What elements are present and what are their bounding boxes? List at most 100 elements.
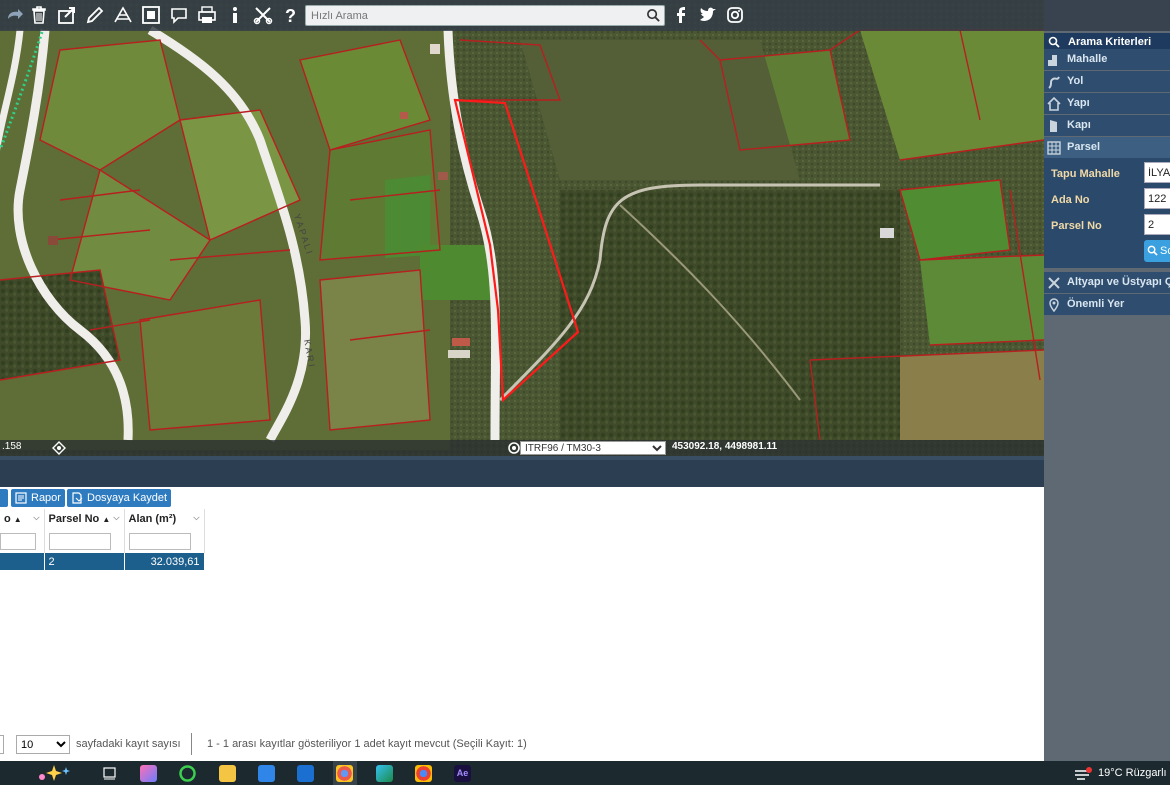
menu-label: Yapı xyxy=(1067,97,1090,109)
trash-icon[interactable] xyxy=(27,3,51,27)
tapu-mahalle-label: Tapu Mahalle xyxy=(1051,168,1120,180)
save-label: Dosyaya Kaydet xyxy=(87,492,168,504)
edge-icon[interactable] xyxy=(376,765,393,782)
building-icon xyxy=(1048,55,1057,66)
save-to-file-button[interactable]: Dosyaya Kaydet xyxy=(67,489,172,507)
road-icon xyxy=(1048,76,1060,89)
parsel-no-field[interactable] xyxy=(1144,214,1170,235)
home-icon xyxy=(1047,97,1061,111)
projection-select[interactable]: ITRF96 / TM30-3 xyxy=(520,441,666,455)
store-icon[interactable] xyxy=(258,765,275,782)
widgets-icon[interactable] xyxy=(34,763,78,783)
menu-kapi[interactable]: Kapı xyxy=(1044,115,1170,136)
menu-mahalle[interactable]: Mahalle xyxy=(1044,49,1170,70)
file-explorer-icon[interactable] xyxy=(219,765,236,782)
menu-label: Mahalle xyxy=(1067,53,1108,65)
page-size-select[interactable]: 10 xyxy=(16,735,70,754)
chrome-icon[interactable] xyxy=(415,765,432,782)
map-view[interactable]: Y A P A L I K A R I xyxy=(0,0,1044,456)
measure-icon[interactable] xyxy=(111,3,135,27)
copilot-icon[interactable] xyxy=(140,765,157,782)
share-icon[interactable] xyxy=(55,3,79,27)
menu-label: Parsel xyxy=(1067,141,1101,153)
filter-input-alan[interactable] xyxy=(128,532,191,550)
coordinate-readout: 453092.18, 4498981.11 xyxy=(672,441,778,452)
column-header[interactable]: o ▲ ⌵ xyxy=(0,509,45,529)
cell-alan: 32.039,61 xyxy=(124,553,205,570)
pagination-bar: 10 sayfadaki kayıt sayısı 1 - 1 arası ka… xyxy=(0,733,1044,755)
report-button[interactable]: Rapor xyxy=(11,489,65,507)
scale-readout: .158 xyxy=(2,441,22,452)
table-row[interactable]: 2 32.039,61 xyxy=(0,553,205,570)
results-table: o ▲ ⌵ Parsel No ▲ ⌵ Alan (m²) ⌵ 2 32.039,61 xyxy=(0,509,205,570)
twitter-icon[interactable] xyxy=(696,3,720,27)
active-task-highlight xyxy=(333,761,357,785)
search-input[interactable] xyxy=(306,6,636,25)
menu-yapi[interactable]: Yapı xyxy=(1044,93,1170,114)
prev-page-button[interactable] xyxy=(0,735,4,754)
after-effects-icon[interactable]: Ae xyxy=(454,765,471,782)
column-header-parsel-no[interactable]: Parsel No ▲ ⌵ xyxy=(44,509,125,529)
menu-label: Kapı xyxy=(1067,119,1091,131)
print-icon[interactable] xyxy=(195,3,219,27)
search-icon xyxy=(1147,245,1158,256)
instagram-icon[interactable] xyxy=(723,3,747,27)
query-button[interactable]: Sc xyxy=(1144,240,1170,262)
map-status-bar: .158 ITRF96 / TM30-3 453092.18, 4498981.… xyxy=(0,440,1044,456)
search-criteria-panel: Arama Kriterleri Mahalle Yol Yapı Kapı P… xyxy=(1044,31,1170,761)
search-icon xyxy=(1048,36,1060,48)
app-window: Y A P A L I K A R I ? Hızlı Arama Arama … xyxy=(0,0,1170,785)
filter-input-parsel-no[interactable] xyxy=(48,532,111,550)
prev-tab-button[interactable] xyxy=(0,489,8,507)
tools-icon xyxy=(1048,277,1060,289)
quick-search xyxy=(305,5,665,26)
filter-input[interactable] xyxy=(0,532,36,550)
location-pin-icon xyxy=(1049,298,1059,312)
ada-no-field[interactable] xyxy=(1144,188,1170,209)
satellite-imagery: Y A P A L I K A R I xyxy=(0,0,1044,456)
parsel-no-label: Parsel No xyxy=(1051,220,1102,232)
outlook-icon[interactable] xyxy=(297,765,314,782)
report-icon xyxy=(15,492,27,504)
tools-icon[interactable] xyxy=(251,3,275,27)
main-toolbar: ? xyxy=(0,0,1170,31)
redo-icon[interactable] xyxy=(2,3,26,27)
ada-no-label: Ada No xyxy=(1051,194,1090,206)
divider xyxy=(191,733,192,755)
pencil-icon[interactable] xyxy=(83,3,107,27)
menu-label: Önemli Yer xyxy=(1067,298,1125,310)
os-taskbar: Ae 19°C Rüzgarlı xyxy=(0,761,1170,785)
help-icon[interactable]: ? xyxy=(279,3,303,27)
results-header-bar xyxy=(0,456,1044,488)
target-icon[interactable] xyxy=(507,441,521,455)
fullscreen-icon[interactable] xyxy=(139,3,163,27)
search-icon[interactable] xyxy=(646,8,661,23)
door-icon xyxy=(1050,120,1057,132)
menu-parsel[interactable]: Parsel xyxy=(1044,137,1170,158)
menu-yol[interactable]: Yol xyxy=(1044,71,1170,92)
parsel-search-form: Tapu Mahalle Ada No Parsel No Sc xyxy=(1044,158,1170,268)
results-panel: Rapor Dosyaya Kaydet o ▲ ⌵ Parsel No ▲ ⌵ A… xyxy=(0,487,1044,761)
cell-parsel-no: 2 xyxy=(44,553,125,570)
menu-label: Yol xyxy=(1067,75,1084,87)
page-size-label: sayfadaki kayıt sayısı xyxy=(76,738,181,750)
column-header-alan[interactable]: Alan (m²) ⌵ xyxy=(124,509,205,529)
facebook-icon[interactable] xyxy=(669,3,693,27)
weather-text: 19°C Rüzgarlı xyxy=(1098,767,1167,779)
info-icon[interactable] xyxy=(223,3,247,27)
table-header-row: o ▲ ⌵ Parsel No ▲ ⌵ Alan (m²) ⌵ xyxy=(0,509,205,529)
menu-altyapi[interactable]: Altyapı ve Üstyapı Ça xyxy=(1044,272,1170,293)
weather-icon[interactable] xyxy=(1073,766,1093,780)
menu-label: Altyapı ve Üstyapı Ça xyxy=(1067,276,1170,288)
query-button-label: Sc xyxy=(1160,245,1170,257)
grid-icon xyxy=(1047,141,1061,155)
xbox-icon[interactable] xyxy=(179,765,196,782)
save-file-icon xyxy=(72,492,83,504)
record-info: 1 - 1 arası kayıtlar gösteriliyor 1 adet… xyxy=(207,738,527,750)
menu-onemli-yer[interactable]: Önemli Yer xyxy=(1044,294,1170,315)
layers-icon[interactable] xyxy=(52,441,66,455)
comment-icon[interactable] xyxy=(167,3,191,27)
task-view-icon[interactable] xyxy=(101,765,118,782)
tapu-mahalle-field[interactable] xyxy=(1144,162,1170,183)
svg-text:?: ? xyxy=(285,6,296,25)
